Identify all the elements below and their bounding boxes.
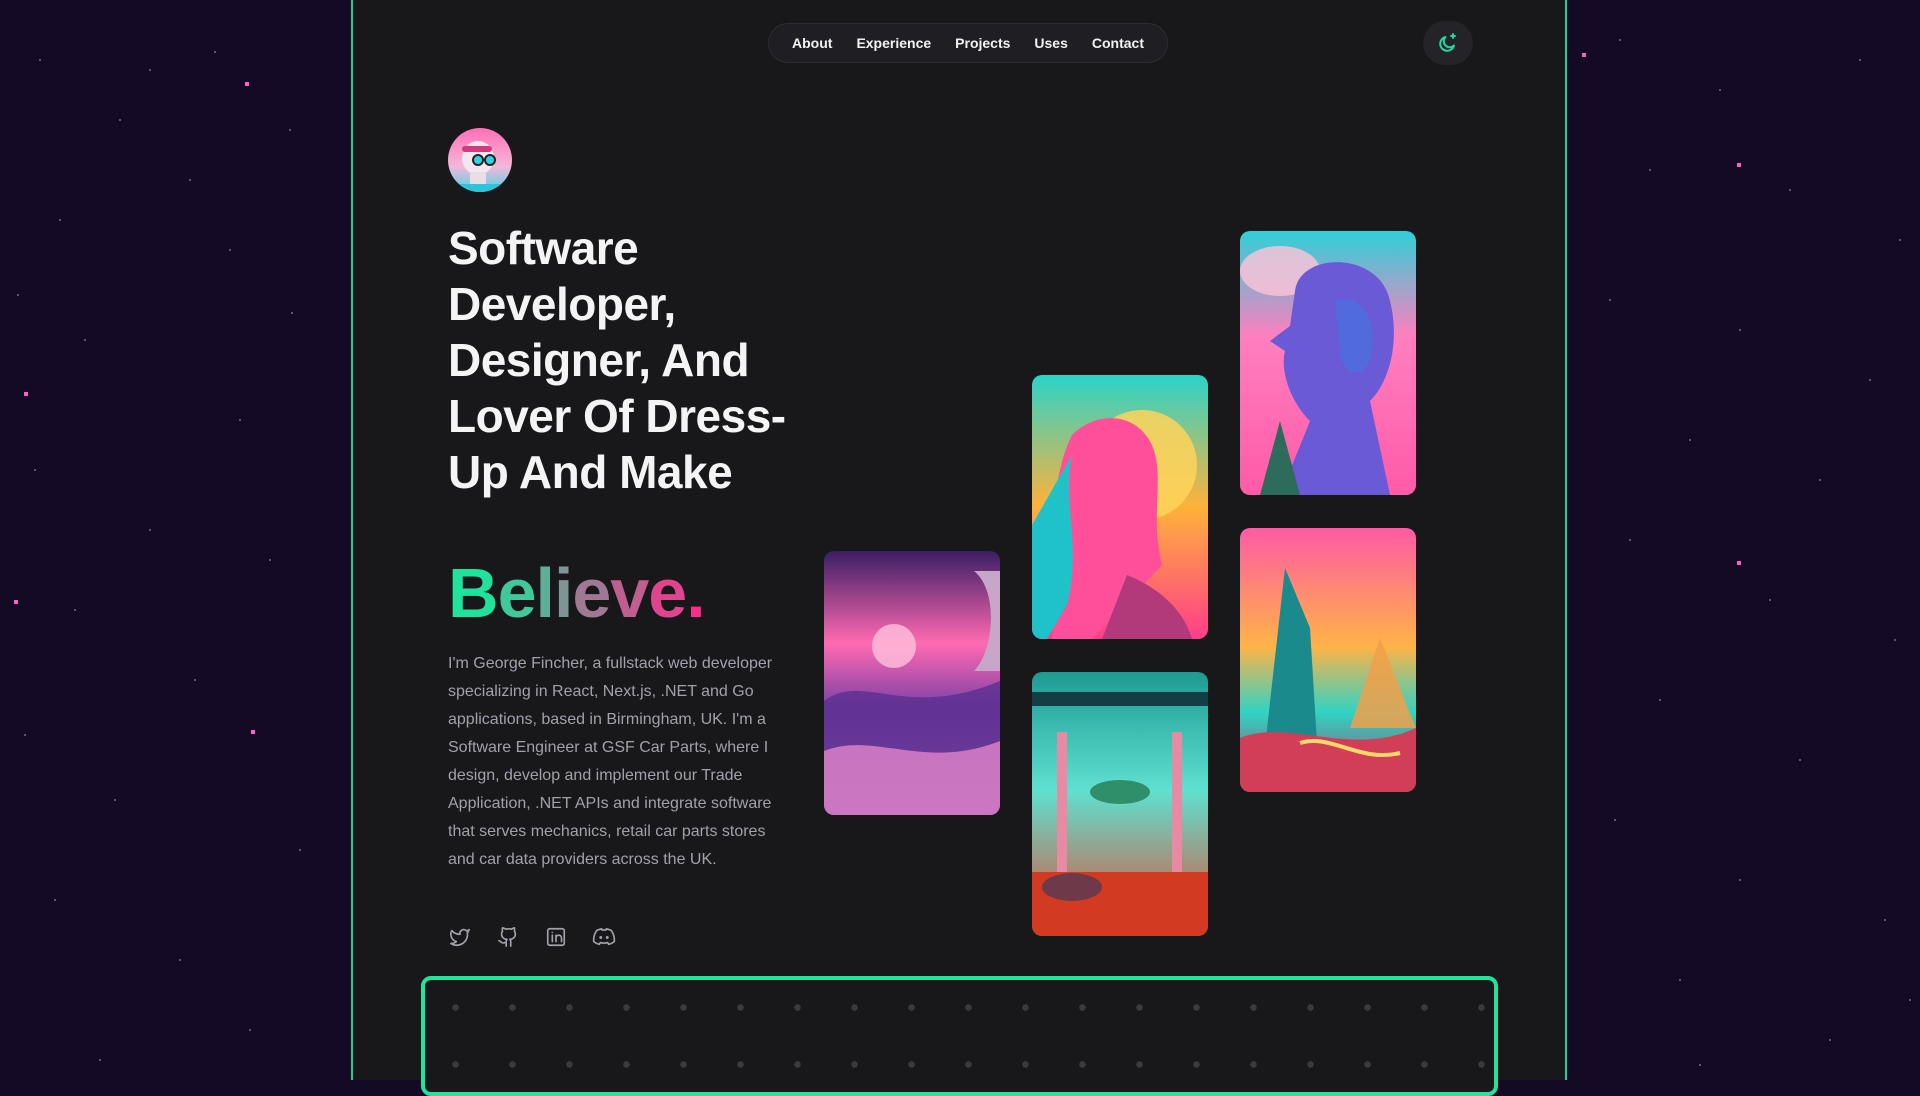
social-links [448, 925, 616, 949]
linkedin-link[interactable] [544, 925, 568, 949]
linkedin-icon [546, 927, 566, 947]
hero-accent-word: Believe. [448, 553, 706, 633]
nav-contact-link[interactable]: Contact [1092, 35, 1144, 51]
avatar [448, 128, 512, 192]
twitter-link[interactable] [448, 925, 472, 949]
featured-panel [421, 976, 1498, 1096]
github-icon [498, 927, 517, 947]
hero-accent-word-text: Believe. [448, 554, 706, 632]
gallery-image-ocean-sunset [824, 551, 1000, 815]
moon-star-icon [1439, 33, 1456, 52]
nav-about-link[interactable]: About [792, 35, 832, 51]
discord-icon [592, 928, 616, 946]
nav-uses-link[interactable]: Uses [1034, 35, 1067, 51]
gallery-image-fantasy-landscape [1240, 528, 1416, 792]
gallery-image-woman-profile [1032, 375, 1208, 639]
hero-intro-text: I'm George Fincher, a fullstack web deve… [448, 655, 773, 868]
github-link[interactable] [496, 925, 520, 949]
twitter-icon [450, 928, 470, 947]
nav-experience-link[interactable]: Experience [856, 35, 931, 51]
theme-toggle-button[interactable] [1423, 21, 1473, 65]
gallery-image-stone-head [1240, 231, 1416, 495]
hero-headline: Software Developer, Designer, And Lover … [448, 222, 786, 498]
nav-projects-link[interactable]: Projects [955, 35, 1010, 51]
gallery-image-window-room [1032, 672, 1208, 936]
discord-link[interactable] [592, 925, 616, 949]
main-nav: About Experience Projects Uses Contact [768, 23, 1168, 63]
